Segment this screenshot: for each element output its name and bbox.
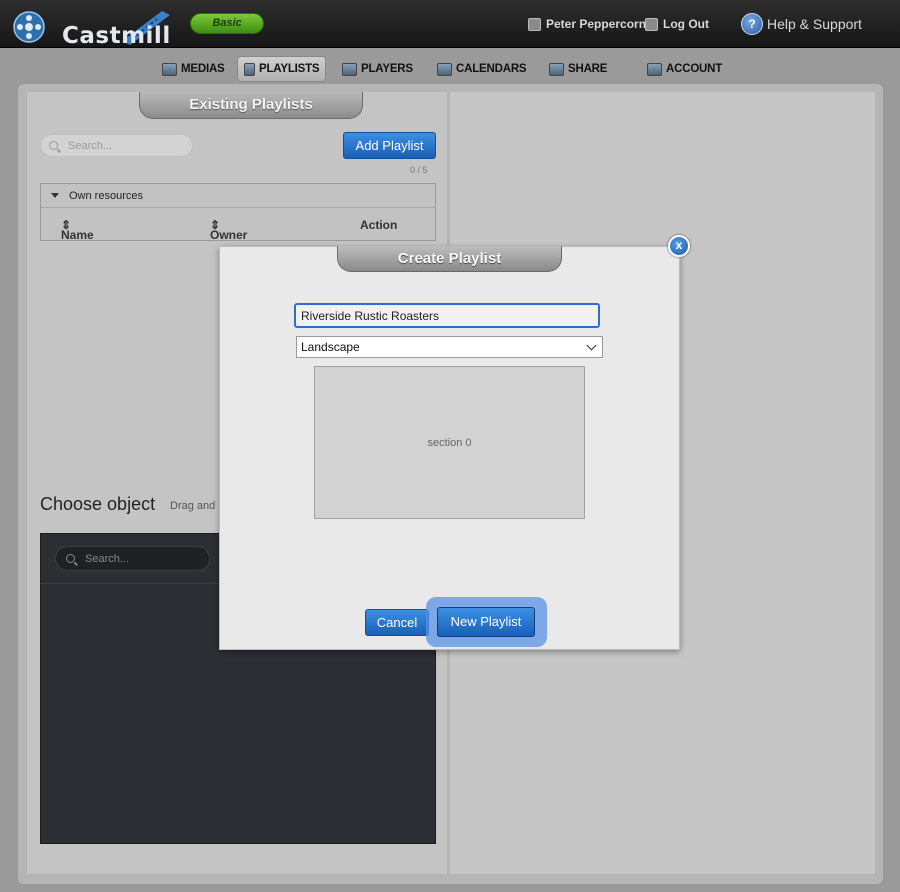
tab-label: ACCOUNT	[666, 63, 723, 75]
logout-icon	[645, 17, 658, 31]
object-search[interactable]	[55, 546, 210, 571]
column-action: Action	[360, 218, 398, 232]
add-playlist-button[interactable]: Add Playlist	[343, 132, 436, 159]
choose-object-hint: Drag and	[170, 500, 216, 512]
table-header: Name ⇕ Owner ⇕ Action	[41, 208, 435, 242]
playlist-search[interactable]	[40, 134, 193, 157]
panel-title: Existing Playlists	[139, 92, 363, 119]
choose-object-title: Choose object	[40, 494, 156, 514]
layout-preview: section 0	[314, 366, 585, 519]
monitor-icon	[342, 62, 357, 76]
playlist-count: 0 / 5	[410, 165, 428, 175]
column-label: Name	[61, 228, 94, 242]
playlist-name-input[interactable]	[294, 303, 600, 328]
question-icon: ?	[741, 13, 763, 35]
help-support-link[interactable]: ? Help & Support	[741, 13, 862, 35]
tab-label: PLAYERS	[361, 63, 413, 75]
users-icon	[549, 62, 564, 76]
caret-down-icon	[51, 193, 59, 198]
help-label: Help & Support	[767, 16, 862, 32]
playlist-icon	[244, 62, 255, 76]
resources-label: Own resources	[69, 189, 143, 202]
user-name: Peter Peppercorn	[546, 17, 647, 31]
image-icon	[162, 62, 177, 76]
tab-label: PLAYLISTS	[259, 63, 320, 75]
chevron-down-icon	[586, 340, 597, 351]
user-card-icon	[528, 17, 541, 31]
app-name: Castmill	[62, 23, 171, 49]
search-icon	[49, 141, 58, 150]
tab-medias[interactable]: MEDIAS	[158, 56, 229, 82]
tab-label: SHARE	[568, 63, 608, 75]
cancel-button[interactable]: Cancel	[365, 609, 429, 636]
tab-label: MEDIAS	[181, 63, 225, 75]
main-nav: MEDIAS PLAYLISTS PLAYERS CALENDARS SHARE…	[0, 48, 900, 88]
tab-label: CALENDARS	[456, 63, 527, 75]
tab-playlists[interactable]: PLAYLISTS	[237, 56, 327, 82]
plan-badge: Basic	[190, 13, 264, 34]
star-badge-icon	[647, 62, 662, 76]
castmill-logo[interactable]: Castmill	[12, 5, 172, 49]
layout-value: Landscape	[301, 340, 360, 354]
top-header: Castmill Basic Peter Peppercorn Log Out …	[0, 0, 900, 49]
column-name[interactable]: Name ⇕	[61, 218, 94, 242]
dialog-title: Create Playlist	[337, 246, 562, 272]
logout-link[interactable]: Log Out	[645, 17, 709, 31]
calendar-icon	[437, 62, 452, 76]
close-dialog-button[interactable]: x	[668, 235, 690, 257]
own-resources-toggle[interactable]: Own resources	[41, 184, 435, 208]
column-label: Owner	[210, 228, 248, 242]
resources-table: Own resources Name ⇕ Owner ⇕ Action	[40, 183, 436, 242]
tab-calendars[interactable]: CALENDARS	[433, 56, 530, 82]
column-owner[interactable]: Owner ⇕	[210, 218, 247, 242]
logout-label: Log Out	[663, 17, 709, 31]
tab-players[interactable]: PLAYERS	[338, 56, 417, 82]
tab-share[interactable]: SHARE	[545, 56, 611, 82]
section-label: section 0	[427, 436, 472, 449]
layout-select[interactable]: Landscape	[296, 336, 603, 358]
new-playlist-button[interactable]: New Playlist	[437, 607, 535, 637]
search-icon	[66, 554, 75, 563]
tab-account[interactable]: ACCOUNT	[643, 56, 726, 82]
user-profile-link[interactable]: Peter Peppercorn	[528, 17, 646, 31]
playlist-search-input[interactable]	[68, 139, 168, 152]
object-search-input[interactable]	[85, 552, 185, 565]
